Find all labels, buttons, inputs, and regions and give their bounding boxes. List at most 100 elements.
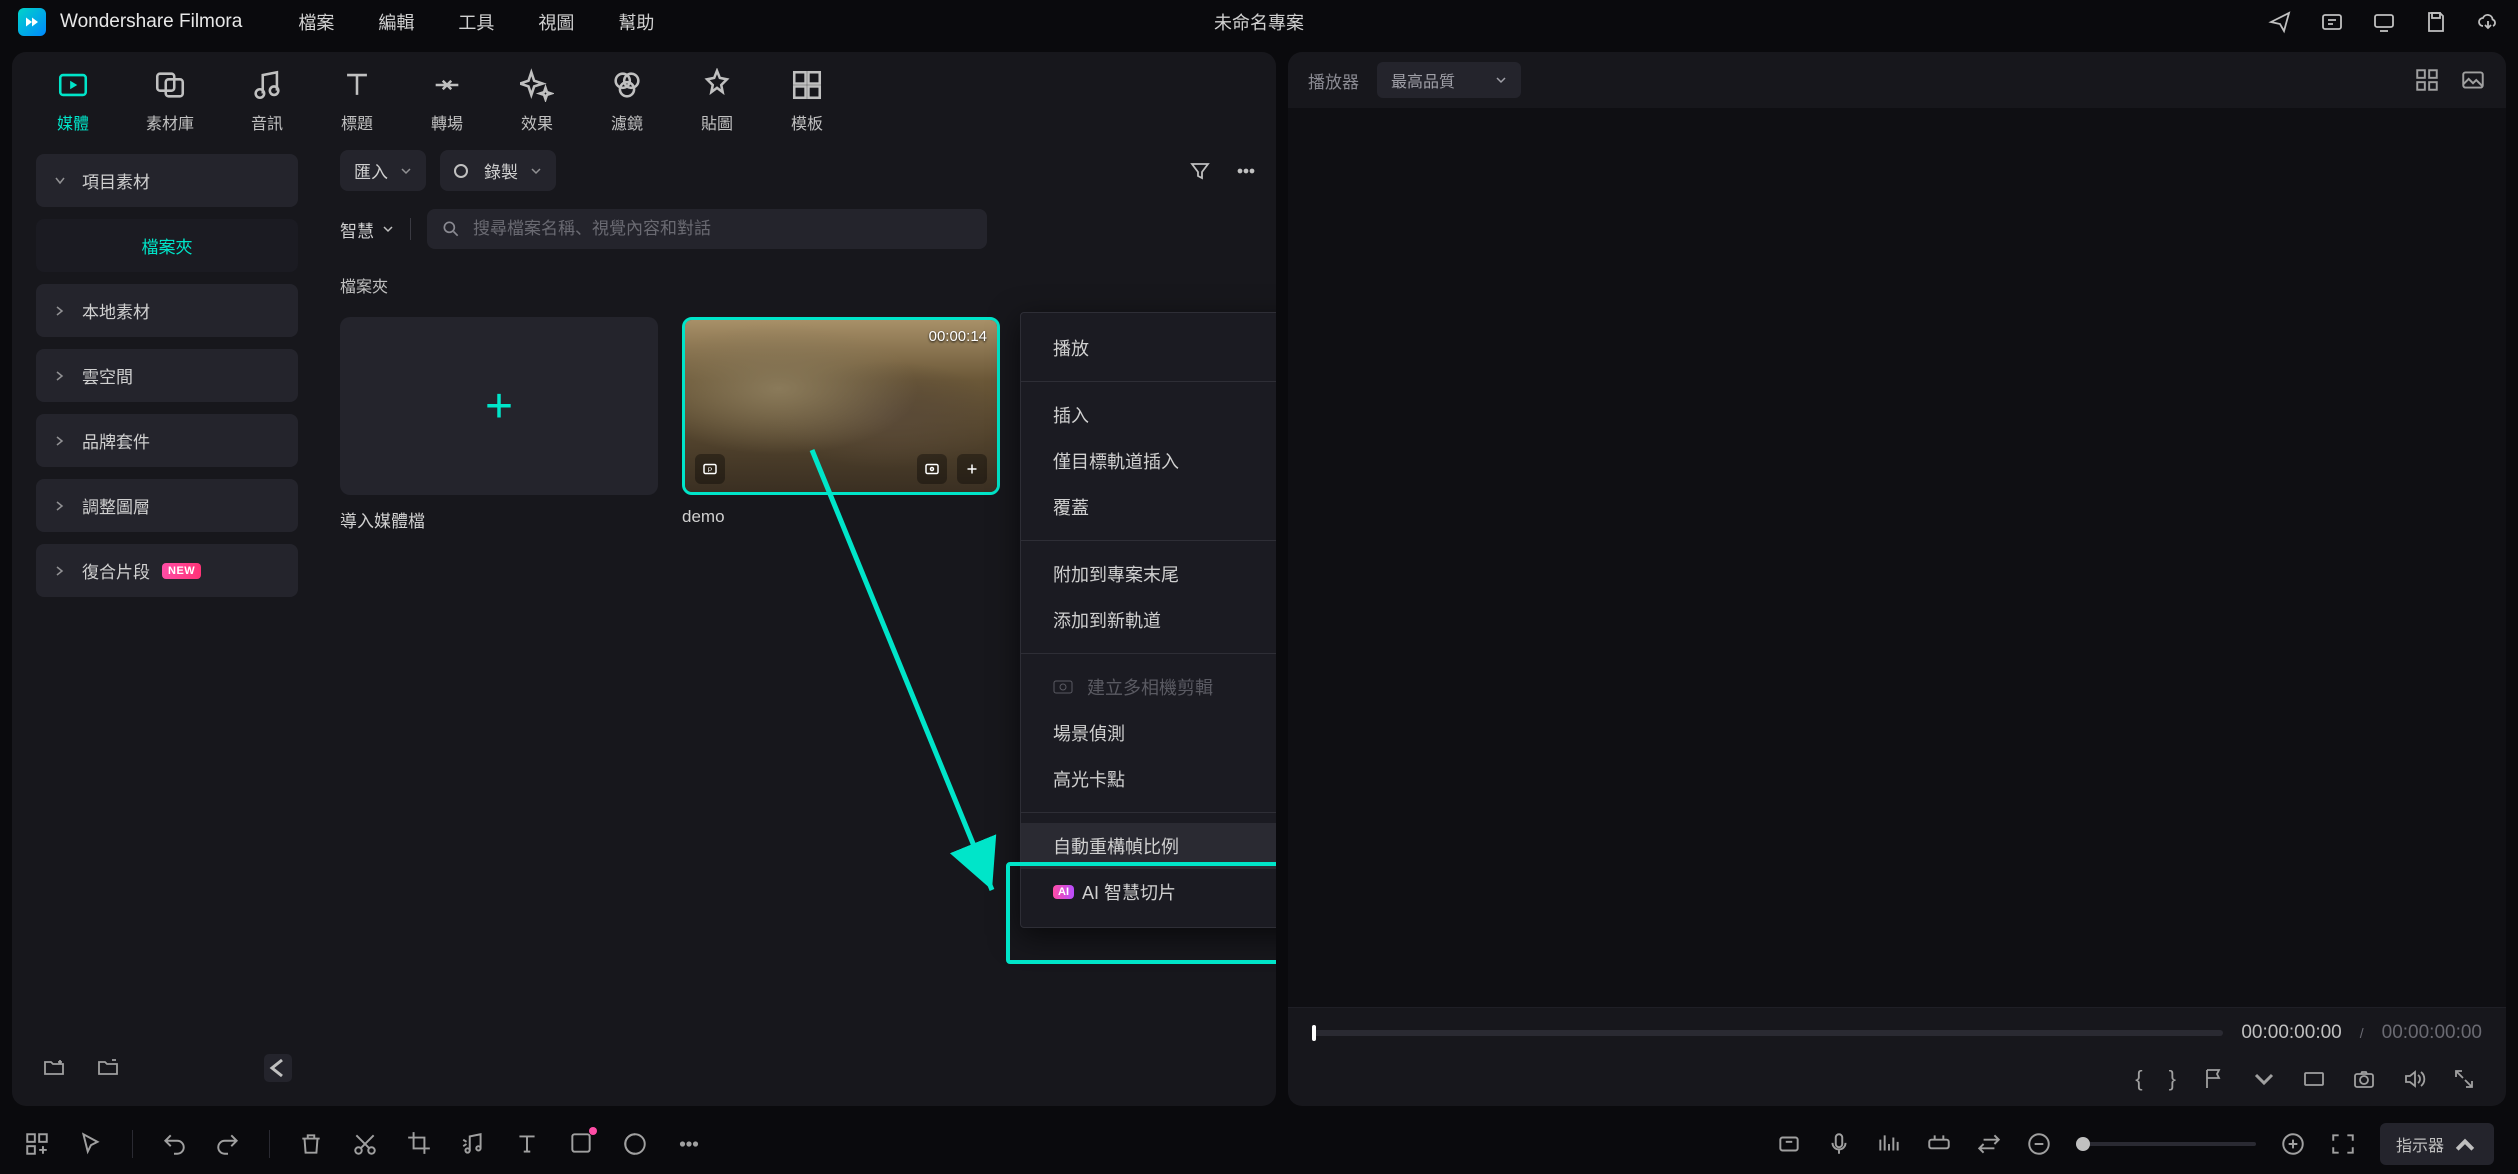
ctx-ai-cut[interactable]: AI AI 智慧切片 (1021, 869, 1276, 915)
sidebar-item-cloud[interactable]: 雲空間 (36, 349, 298, 402)
smart-search-dropdown[interactable]: 智慧 (340, 217, 394, 242)
chevron-down-icon[interactable] (2252, 1067, 2276, 1091)
zoom-out-icon[interactable] (2026, 1131, 2052, 1157)
fit-timeline-icon[interactable] (2330, 1131, 2356, 1157)
preview-label: 播放器 (1308, 68, 1359, 93)
scrub-handle[interactable] (1312, 1025, 1316, 1041)
indicator-button[interactable]: 指示器 (2380, 1123, 2494, 1165)
grid-view-icon[interactable] (2414, 67, 2440, 93)
marker-tool-icon[interactable] (1776, 1131, 1802, 1157)
filter-icon[interactable] (1188, 159, 1212, 183)
mic-icon[interactable] (1826, 1131, 1852, 1157)
tab-audio[interactable]: 音訊 (250, 68, 284, 134)
search-input[interactable] (473, 219, 973, 239)
add-clip-icon[interactable] (957, 454, 987, 484)
menu-view[interactable]: 視圖 (538, 9, 574, 35)
tab-transition[interactable]: 轉場 (430, 68, 464, 134)
media-clip-demo[interactable]: 00:00:14 P (682, 317, 1000, 495)
ctx-highlight[interactable]: 高光卡點 (1021, 756, 1276, 802)
folder-add-icon[interactable] (42, 1056, 66, 1080)
app-logo (18, 8, 46, 36)
expand-icon[interactable] (2452, 1067, 2476, 1091)
cloud-download-icon[interactable] (2476, 10, 2500, 34)
zoom-slider[interactable] (2076, 1142, 2256, 1146)
crop-icon[interactable] (406, 1130, 432, 1156)
redo-icon[interactable] (215, 1131, 241, 1157)
sidebar-item-local[interactable]: 本地素材 (36, 284, 298, 337)
preview-scrubber[interactable] (1312, 1030, 2223, 1036)
speed-icon[interactable] (460, 1131, 486, 1157)
ctx-insert[interactable]: 插入 Shift+I (1021, 392, 1276, 438)
sidebar-item-adjust[interactable]: 調整圖層 (36, 479, 298, 532)
image-icon[interactable] (2460, 67, 2486, 93)
display-icon[interactable] (2372, 10, 2396, 34)
proxy-icon[interactable]: P (695, 454, 725, 484)
tab-template[interactable]: 模板 (790, 68, 824, 134)
tab-filter[interactable]: 濾鏡 (610, 68, 644, 134)
zoom-in-icon[interactable] (2280, 1131, 2306, 1157)
delete-icon[interactable] (298, 1131, 324, 1157)
sidebar-item-project-media[interactable]: 項目素材 (36, 154, 298, 207)
tab-title[interactable]: 標題 (340, 68, 374, 134)
sidebar-item-brand[interactable]: 品牌套件 (36, 414, 298, 467)
send-icon[interactable] (2268, 10, 2292, 34)
undo-icon[interactable] (161, 1131, 187, 1157)
sidebar-item-folder[interactable]: 檔案夾 (36, 219, 298, 272)
snapshot-icon[interactable] (2352, 1067, 2376, 1091)
mark-out-icon[interactable]: } (2169, 1066, 2176, 1092)
chevron-up-icon (2452, 1131, 2478, 1157)
quality-dropdown[interactable]: 最高品質 (1377, 62, 1521, 98)
search-box[interactable] (427, 209, 987, 249)
mark-in-icon[interactable]: { (2135, 1066, 2142, 1092)
menu-file[interactable]: 檔案 (298, 9, 334, 35)
sidebar-item-label: 復合片段 (82, 558, 150, 583)
collapse-sidebar-button[interactable] (264, 1054, 292, 1082)
ctx-overwrite[interactable]: 覆蓋 Shift+O (1021, 484, 1276, 530)
ctx-newtrack[interactable]: 添加到新軌道 (1021, 597, 1276, 643)
sidebar-item-label: 檔案夾 (142, 233, 193, 258)
save-icon[interactable] (2424, 10, 2448, 34)
timecode-current: 00:00:00:00 (2241, 1022, 2341, 1044)
ctx-auto-reframe[interactable]: 自動重構幀比例 (1021, 823, 1276, 869)
message-icon[interactable] (2320, 10, 2344, 34)
menu-help[interactable]: 幫助 (618, 9, 654, 35)
zoom-handle[interactable] (2076, 1137, 2090, 1151)
tab-sticker[interactable]: 貼圖 (700, 68, 734, 134)
more-icon[interactable] (1234, 159, 1258, 183)
ctx-scene-detect[interactable]: 場景偵測 (1021, 710, 1276, 756)
audio-mix-icon[interactable] (1876, 1131, 1902, 1157)
tab-stock[interactable]: 素材庫 (146, 68, 194, 134)
color-icon[interactable] (622, 1131, 648, 1157)
text-tool-icon[interactable] (514, 1131, 540, 1157)
notification-dot (589, 1127, 597, 1135)
ratio-icon[interactable] (2302, 1067, 2326, 1091)
record-dropdown[interactable]: 錄製 (440, 150, 556, 191)
preview-viewport[interactable] (1288, 108, 2506, 1007)
record-dot-icon (454, 164, 468, 178)
ctx-insert-target[interactable]: 僅目標軌道插入 (1021, 438, 1276, 484)
add-element-icon[interactable] (24, 1131, 50, 1157)
flag-dropdown-icon[interactable] (2202, 1067, 2226, 1091)
clip-mode-icon[interactable] (917, 454, 947, 484)
ai-badge: AI (1053, 885, 1074, 899)
more-tools-icon[interactable] (676, 1131, 702, 1157)
ctx-play[interactable]: 播放 (1021, 325, 1276, 371)
menubar: 檔案 編輯 工具 視圖 幫助 (298, 9, 654, 35)
volume-icon[interactable] (2402, 1067, 2426, 1091)
cut-icon[interactable] (352, 1131, 378, 1157)
menu-edit[interactable]: 編輯 (378, 9, 414, 35)
swap-icon[interactable] (1976, 1131, 2002, 1157)
select-tool-icon[interactable] (78, 1131, 104, 1157)
folder-remove-icon[interactable] (96, 1056, 120, 1080)
svg-text:P: P (708, 467, 713, 474)
import-media-tile[interactable]: + (340, 317, 658, 495)
import-dropdown[interactable]: 匯入 (340, 150, 426, 191)
sidebar-item-compound[interactable]: 復合片段 NEW (36, 544, 298, 597)
tab-effect[interactable]: 效果 (520, 68, 554, 134)
ctx-append[interactable]: 附加到專案末尾 (1021, 551, 1276, 597)
track-settings-icon[interactable] (1926, 1131, 1952, 1157)
sidebar-item-label: 調整圖層 (82, 493, 150, 518)
tab-media[interactable]: 媒體 (56, 68, 90, 134)
tab-label: 效果 (521, 110, 553, 134)
menu-tools[interactable]: 工具 (458, 9, 494, 35)
